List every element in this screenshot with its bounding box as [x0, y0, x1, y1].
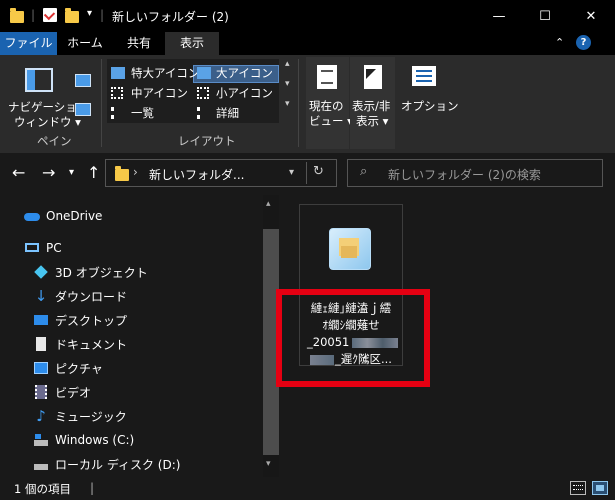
- show-hide-dropdown[interactable]: 表示 ▾: [356, 114, 388, 128]
- minimize-button[interactable]: —: [476, 0, 522, 32]
- archive-file-icon: [325, 224, 375, 274]
- title-bar: | ▾ | 新しいフォルダー (2) — ☐ ✕: [0, 0, 615, 32]
- nav-item-drive-c[interactable]: Windows (C:): [33, 428, 134, 452]
- folder-icon: [115, 166, 129, 181]
- layout-small-icons[interactable]: 小アイコン: [216, 86, 273, 100]
- details-icon: [197, 107, 209, 119]
- options-button[interactable]: オプション: [401, 99, 459, 113]
- nav-item-pc[interactable]: PC: [24, 236, 62, 260]
- layout-group-label: レイアウト: [178, 134, 236, 148]
- scroll-down-icon[interactable]: ▾: [266, 459, 271, 469]
- navigation-pane-icon[interactable]: [25, 68, 53, 92]
- collapse-ribbon-icon[interactable]: ⌃: [555, 36, 564, 49]
- up-icon[interactable]: ↑: [87, 163, 100, 182]
- document-icon: [33, 336, 49, 352]
- search-input[interactable]: 新しいフォルダー (2)の検索: [388, 166, 541, 183]
- extra-large-icons-icon: [111, 67, 125, 79]
- drive-icon: [33, 432, 49, 448]
- layout-medium-icons[interactable]: 中アイコン: [131, 86, 188, 100]
- nav-item-downloads[interactable]: ↓ ダウンロード: [33, 284, 127, 308]
- desktop-icon: [33, 312, 49, 328]
- maximize-button[interactable]: ☐: [522, 0, 568, 32]
- 3d-objects-icon: [33, 264, 49, 280]
- tab-file[interactable]: ファイル: [0, 32, 57, 55]
- layout-extra-large-icons[interactable]: 特大アイコン: [131, 66, 199, 80]
- help-icon[interactable]: ?: [576, 35, 591, 50]
- address-dropdown-icon[interactable]: ▾: [289, 167, 294, 178]
- window-title: 新しいフォルダー (2): [112, 10, 229, 24]
- pc-icon: [24, 240, 40, 256]
- layout-large-icons[interactable]: 大アイコン: [216, 66, 273, 80]
- layout-list[interactable]: 一覧: [131, 106, 154, 120]
- music-icon: ♪: [36, 407, 46, 425]
- item-count: 1 個の項目: [14, 482, 71, 496]
- nav-item-drive-d[interactable]: ローカル ディスク (D:): [33, 452, 180, 476]
- search-box[interactable]: ⌕ 新しいフォルダー (2)の検索: [347, 159, 603, 187]
- nav-item-onedrive[interactable]: OneDrive: [24, 204, 102, 228]
- cloud-icon: [24, 208, 40, 224]
- status-bar: 1 個の項目 |: [0, 477, 615, 500]
- medium-icons-icon: [111, 87, 123, 99]
- nav-item-3d-objects[interactable]: 3D オブジェクト: [33, 260, 148, 284]
- gallery-more-icon[interactable]: ▾: [285, 99, 290, 109]
- preview-pane-icon[interactable]: [75, 74, 91, 87]
- show-hide-label[interactable]: 表示/非: [352, 99, 390, 113]
- address-bar[interactable]: › 新しいフォルダ... ▾ ↻: [105, 159, 337, 187]
- drive-icon: [33, 456, 49, 472]
- new-folder-icon[interactable]: [65, 8, 79, 23]
- customize-quick-access-icon[interactable]: ▾: [87, 8, 92, 19]
- large-icons-view-icon[interactable]: [592, 481, 608, 495]
- ribbon: ナビゲーション ウィンドウ ▾ ペイン 特大アイコン 大アイコン 中アイコン 小…: [0, 55, 615, 153]
- tab-home[interactable]: ホーム: [57, 32, 113, 55]
- close-button[interactable]: ✕: [568, 0, 614, 32]
- current-view-icon[interactable]: [317, 65, 337, 89]
- options-icon[interactable]: [412, 66, 436, 86]
- small-icons-icon: [197, 87, 209, 99]
- nav-item-pictures[interactable]: ピクチャ: [33, 356, 103, 380]
- ribbon-tabs: ファイル ホーム 共有 表示 ⌃ ?: [0, 32, 615, 55]
- folder-icon: [10, 8, 24, 23]
- search-icon: ⌕: [360, 164, 368, 179]
- navigation-pane-dropdown[interactable]: ウィンドウ ▾: [14, 115, 81, 129]
- tab-view[interactable]: 表示: [165, 32, 219, 55]
- details-view-icon[interactable]: [570, 481, 586, 495]
- recent-locations-icon[interactable]: ▾: [69, 167, 74, 178]
- navigation-pane: OneDrive PC 3D オブジェクト ↓ ダウンロード デスクトップ ドキ…: [0, 195, 280, 477]
- gallery-down-icon[interactable]: ▾: [285, 79, 290, 89]
- layout-details[interactable]: 詳細: [216, 106, 239, 120]
- breadcrumb-path[interactable]: 新しいフォルダ...: [149, 166, 244, 183]
- scroll-up-icon[interactable]: ▴: [266, 199, 271, 209]
- list-icon: [111, 107, 123, 119]
- gallery-up-icon[interactable]: ▴: [285, 59, 290, 69]
- video-icon: [33, 384, 49, 400]
- breadcrumb-separator-icon: ›: [133, 165, 138, 179]
- forward-icon[interactable]: →: [42, 163, 55, 182]
- nav-item-music[interactable]: ♪ ミュージック: [33, 404, 127, 428]
- download-icon: ↓: [34, 287, 48, 305]
- highlight-box: [276, 289, 430, 387]
- back-icon[interactable]: ←: [12, 163, 25, 182]
- pane-group-label: ペイン: [37, 134, 72, 148]
- nav-item-documents[interactable]: ドキュメント: [33, 332, 127, 356]
- show-hide-icon[interactable]: [364, 65, 382, 89]
- large-icons-icon: [197, 67, 211, 79]
- nav-item-desktop[interactable]: デスクトップ: [33, 308, 127, 332]
- current-view-label[interactable]: 現在の: [309, 99, 344, 113]
- properties-icon[interactable]: [43, 8, 57, 22]
- tab-share[interactable]: 共有: [113, 32, 165, 55]
- pictures-icon: [33, 360, 49, 376]
- nav-item-videos[interactable]: ビデオ: [33, 380, 91, 404]
- details-pane-icon[interactable]: [75, 103, 91, 116]
- current-view-dropdown[interactable]: ビュー ▾: [309, 114, 353, 128]
- refresh-icon[interactable]: ↻: [313, 164, 324, 179]
